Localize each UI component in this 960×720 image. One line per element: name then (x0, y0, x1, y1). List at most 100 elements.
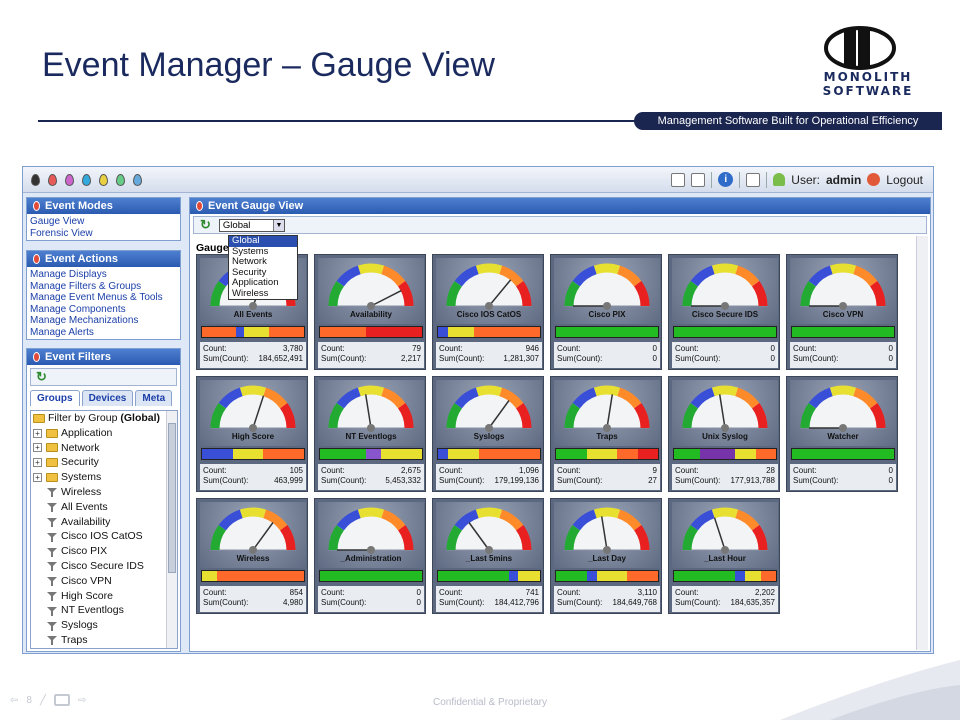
gauge-card[interactable]: High Score Count: 105 Sum(Count): 463,999 (196, 376, 308, 492)
event-filters-header[interactable]: Event Filters (27, 349, 180, 365)
slide-menu-icon[interactable] (53, 694, 70, 706)
tab-devices[interactable]: Devices (81, 390, 134, 406)
count-label: Count: (321, 466, 345, 475)
dropdown-option[interactable]: Global (229, 235, 297, 247)
gauge-hub (367, 302, 375, 310)
action-manage-alerts[interactable]: Manage Alerts (27, 327, 180, 339)
logout-link[interactable]: Logout (886, 173, 923, 187)
tree-filter-item[interactable]: Cisco VPN (31, 574, 177, 589)
tree-scrollbar[interactable] (166, 411, 177, 648)
sum-label: Sum(Count): (793, 354, 839, 363)
refresh-icon[interactable]: ↻ (200, 217, 211, 233)
expand-icon[interactable]: + (33, 458, 42, 468)
info-icon[interactable]: i (718, 172, 734, 187)
tree-filter-label: Wireless (61, 485, 102, 498)
footer-confidential: Confidential & Proprietary (433, 697, 547, 708)
app-window: i User: admin Logout Event Modes Gauge V… (22, 166, 934, 654)
sum-value: 184,652,491 (258, 354, 304, 363)
tree-filter-item[interactable]: High Score (31, 589, 177, 604)
tree-filter-item[interactable]: Syslogs (31, 618, 177, 633)
gauge-card[interactable]: Cisco VPN Count: 0 Sum(Count): 0 (786, 254, 898, 370)
severity-drop-icon[interactable] (116, 173, 125, 186)
severity-drop-icon[interactable] (48, 173, 57, 186)
back-arrow-icon[interactable]: ⇦ (10, 695, 18, 706)
expand-icon[interactable]: + (33, 428, 42, 438)
count-value: 0 (888, 466, 893, 475)
gauge-tab-label[interactable]: Gauge (196, 242, 229, 254)
tab-meta[interactable]: Meta (135, 390, 173, 406)
window-icon[interactable] (691, 172, 706, 187)
gauge-card[interactable]: _Last Day Count: 3,110 Sum(Count): 184,649,7… (550, 498, 662, 614)
tagline: Management Software Built for Operationa… (634, 112, 942, 130)
bar-segment (202, 571, 218, 581)
action-manage-components[interactable]: Manage Components (27, 304, 180, 316)
pen-icon[interactable]: ╱ (40, 695, 46, 706)
event-modes-title: Event Modes (45, 200, 113, 212)
tree-group-item[interactable]: + Network (31, 441, 177, 456)
severity-filter-drops[interactable] (31, 173, 142, 186)
tree-root[interactable]: Filter by Group (Global) (31, 411, 177, 426)
mode-forensic-view[interactable]: Forensic View (27, 228, 180, 240)
action-manage-filters[interactable]: Manage Filters & Groups (27, 281, 180, 293)
chevron-down-icon[interactable]: ▼ (272, 219, 284, 231)
severity-drop-icon[interactable] (99, 173, 108, 186)
gauge-card[interactable]: _Last Hour Count: 2,202 Sum(Count): 184,635,… (668, 498, 780, 614)
severity-drop-icon[interactable] (31, 173, 40, 186)
refresh-icon[interactable]: ↻ (36, 369, 47, 385)
severity-drop-icon[interactable] (65, 173, 74, 186)
severity-drop-icon[interactable] (82, 173, 91, 186)
sum-value: 184,412,796 (494, 598, 540, 607)
gauge-card[interactable]: Wireless Count: 854 Sum(Count): 4,980 (196, 498, 308, 614)
tree-filter-item[interactable]: Cisco IOS CatOS (31, 529, 177, 544)
tree-filter-item[interactable]: Traps (31, 633, 177, 648)
severity-distribution-bar (791, 326, 895, 338)
gauge-card[interactable]: Syslogs Count: 1,096 Sum(Count): 179,199,136 (432, 376, 544, 492)
gauge-scrollbar[interactable] (916, 236, 928, 650)
gauge-card[interactable]: Unix Syslog Count: 28 Sum(Count): 177,913,78… (668, 376, 780, 492)
logout-icon[interactable] (867, 173, 881, 186)
count-value: 0 (888, 344, 893, 353)
tree-filter-item[interactable]: All Events (31, 500, 177, 515)
filters-toolbar: ↻ (30, 368, 177, 386)
dropdown-option[interactable]: Wireless (229, 288, 297, 300)
dropdown-option[interactable]: Network (229, 256, 297, 268)
event-actions-header[interactable]: Event Actions (27, 251, 180, 267)
group-select[interactable]: Global ▼ (218, 218, 285, 232)
tree-filter-item[interactable]: Cisco PIX (31, 544, 177, 559)
severity-drop-icon[interactable] (133, 173, 142, 186)
gauge-card[interactable]: Traps Count: 9 Sum(Count): 27 (550, 376, 662, 492)
tab-groups[interactable]: Groups (30, 390, 80, 406)
severity-distribution-bar (437, 326, 541, 338)
user-icon (773, 173, 786, 186)
expand-icon[interactable]: + (33, 443, 42, 453)
action-manage-menus[interactable]: Manage Event Menus & Tools (27, 292, 180, 304)
tree-group-item[interactable]: + Security (31, 455, 177, 470)
gauge-card[interactable]: Watcher Count: 0 Sum(Count): 0 (786, 376, 898, 492)
slide-title: Event Manager – Gauge View (42, 46, 495, 84)
tree-filter-item[interactable]: Availability (31, 515, 177, 530)
edit-icon[interactable] (746, 172, 761, 187)
tree-group-item[interactable]: + Systems (31, 470, 177, 485)
tree-filter-item[interactable]: Cisco Secure IDS (31, 559, 177, 574)
action-manage-mechanizations[interactable]: Manage Mechanizations (27, 315, 180, 327)
forward-arrow-icon[interactable]: ⇨ (78, 695, 86, 706)
gauge-card[interactable]: Availability Count: 79 Sum(Count): 2,217 (314, 254, 426, 370)
gauge-card[interactable]: NT Eventlogs Count: 2,675 Sum(Count): 5,453,… (314, 376, 426, 492)
tree-scroll-thumb[interactable] (168, 423, 176, 573)
tree-filter-label: Cisco IOS CatOS (61, 530, 143, 543)
monitor-icon[interactable] (671, 172, 686, 187)
tree-group-item[interactable]: + Application (31, 426, 177, 441)
dropdown-option[interactable]: Application (229, 277, 297, 289)
tree-filter-item[interactable]: NT Eventlogs (31, 603, 177, 618)
gauge-card[interactable]: _Last 5mins Count: 741 Sum(Count): 184,412,7… (432, 498, 544, 614)
gauge-card[interactable]: Cisco Secure IDS Count: 0 Sum(Count): 0 (668, 254, 780, 370)
action-manage-displays[interactable]: Manage Displays (27, 269, 180, 281)
expand-icon[interactable]: + (33, 473, 42, 483)
tree-filter-item[interactable]: Wireless (31, 485, 177, 500)
count-label: Count: (321, 588, 345, 597)
mode-gauge-view[interactable]: Gauge View (27, 216, 180, 228)
event-modes-header[interactable]: Event Modes (27, 198, 180, 214)
gauge-card[interactable]: Cisco PIX Count: 0 Sum(Count): 0 (550, 254, 662, 370)
gauge-card[interactable]: Cisco IOS CatOS Count: 946 Sum(Count): 1,281… (432, 254, 544, 370)
gauge-card[interactable]: _Administration Count: 0 Sum(Count): 0 (314, 498, 426, 614)
